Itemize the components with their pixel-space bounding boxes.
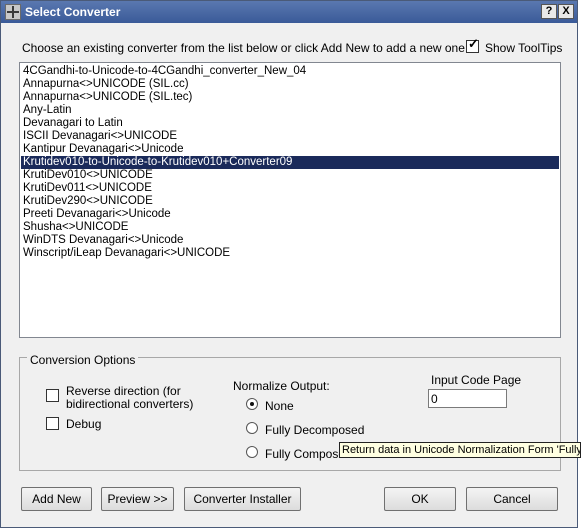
- converter-list-item[interactable]: Annapurna<>UNICODE (SIL.tec): [23, 91, 192, 104]
- converter-list-item[interactable]: Kantipur Devanagari<>Unicode: [23, 143, 183, 156]
- converter-list-item[interactable]: Annapurna<>UNICODE (SIL.cc): [23, 78, 189, 91]
- reverse-direction-label[interactable]: Reverse direction (for: [66, 384, 181, 398]
- add-new-button[interactable]: Add New: [21, 487, 92, 511]
- converter-list-item[interactable]: Preeti Devanagari<>Unicode: [23, 208, 171, 221]
- converter-list-item[interactable]: Shusha<>UNICODE: [23, 221, 128, 234]
- converter-list-item[interactable]: ISCII Devanagari<>UNICODE: [23, 130, 177, 143]
- reverse-direction-label-line2[interactable]: bidirectional converters): [66, 397, 193, 411]
- converter-list-item[interactable]: KrutiDev010<>UNICODE: [23, 169, 153, 182]
- show-tooltips-label[interactable]: Show ToolTips: [485, 41, 562, 55]
- cancel-button[interactable]: Cancel: [466, 487, 558, 511]
- show-tooltips-checkbox[interactable]: ✓: [466, 36, 479, 53]
- converter-list-item[interactable]: Krutidev010-to-Unicode-to-Krutidev010+Co…: [21, 156, 559, 169]
- debug-checkbox[interactable]: [46, 417, 59, 430]
- input-code-page-label: Input Code Page: [431, 373, 522, 387]
- ok-button[interactable]: OK: [384, 487, 456, 511]
- radio-none-label[interactable]: None: [265, 399, 294, 413]
- radio-fully-decomposed-label[interactable]: Fully Decomposed: [265, 423, 364, 437]
- debug-label[interactable]: Debug: [66, 417, 101, 431]
- converter-installer-button[interactable]: Converter Installer: [184, 487, 301, 511]
- radio-none[interactable]: [246, 398, 258, 410]
- window-title: Select Converter: [25, 5, 121, 19]
- normalize-tooltip: Return data in Unicode Normalization For…: [339, 442, 581, 458]
- preview-button[interactable]: Preview >>: [101, 487, 174, 511]
- reverse-direction-checkbox[interactable]: [46, 389, 59, 402]
- converter-list-item[interactable]: Winscript/iLeap Devanagari<>UNICODE: [23, 247, 230, 260]
- converter-list-item[interactable]: KrutiDev011<>UNICODE: [23, 182, 152, 195]
- help-button[interactable]: ?: [541, 4, 557, 19]
- radio-fully-composed[interactable]: [246, 446, 258, 458]
- radio-fully-decomposed[interactable]: [246, 422, 258, 434]
- normalize-output-label: Normalize Output:: [233, 379, 330, 393]
- converter-list-item[interactable]: Any-Latin: [23, 104, 72, 117]
- converter-list[interactable]: 4CGandhi-to-Unicode-to-4CGandhi_converte…: [19, 62, 561, 338]
- converter-list-item[interactable]: KrutiDev290<>UNICODE: [23, 195, 153, 208]
- radio-selected-dot: [250, 402, 254, 406]
- instruction-text: Choose an existing converter from the li…: [22, 41, 469, 55]
- converter-list-item[interactable]: Devanagari to Latin: [23, 117, 123, 130]
- converter-app-icon: [5, 4, 21, 20]
- converter-list-item[interactable]: 4CGandhi-to-Unicode-to-4CGandhi_converte…: [23, 65, 306, 78]
- close-button[interactable]: X: [558, 4, 574, 19]
- conversion-options-label: Conversion Options: [27, 353, 139, 367]
- checkmark-icon: ✓: [468, 36, 479, 51]
- converter-list-item[interactable]: WinDTS Devanagari<>Unicode: [23, 234, 183, 247]
- input-code-page-field[interactable]: 0: [428, 389, 507, 408]
- title-bar[interactable]: Select Converter ? X: [1, 1, 577, 23]
